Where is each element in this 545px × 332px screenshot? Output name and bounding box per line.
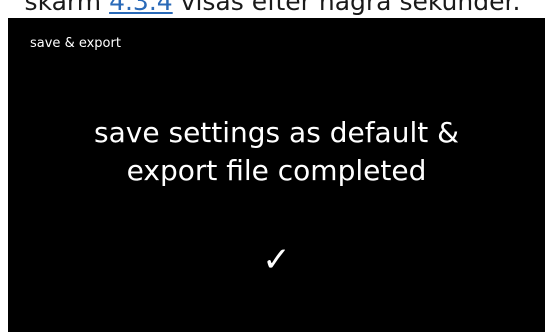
caption-text-after: visas efter några sekunder. (180, 0, 521, 16)
caption-text-before: skärm (24, 0, 102, 16)
screen-title: save & export (30, 36, 121, 51)
checkmark-icon: ✓ (262, 240, 291, 280)
device-screen: save & export save settings as default &… (8, 18, 545, 332)
completion-message-line-2: export file completed (126, 154, 427, 187)
completion-message-line-1: save settings as default & (94, 116, 459, 149)
screen-reference-link[interactable]: 4.3.4 (109, 0, 173, 16)
document-caption: skärm 4.3.4 visas efter några sekunder. (0, 0, 545, 17)
page: skärm 4.3.4 visas efter några sekunder. … (0, 0, 545, 332)
completion-message: save settings as default & export file c… (8, 114, 545, 190)
